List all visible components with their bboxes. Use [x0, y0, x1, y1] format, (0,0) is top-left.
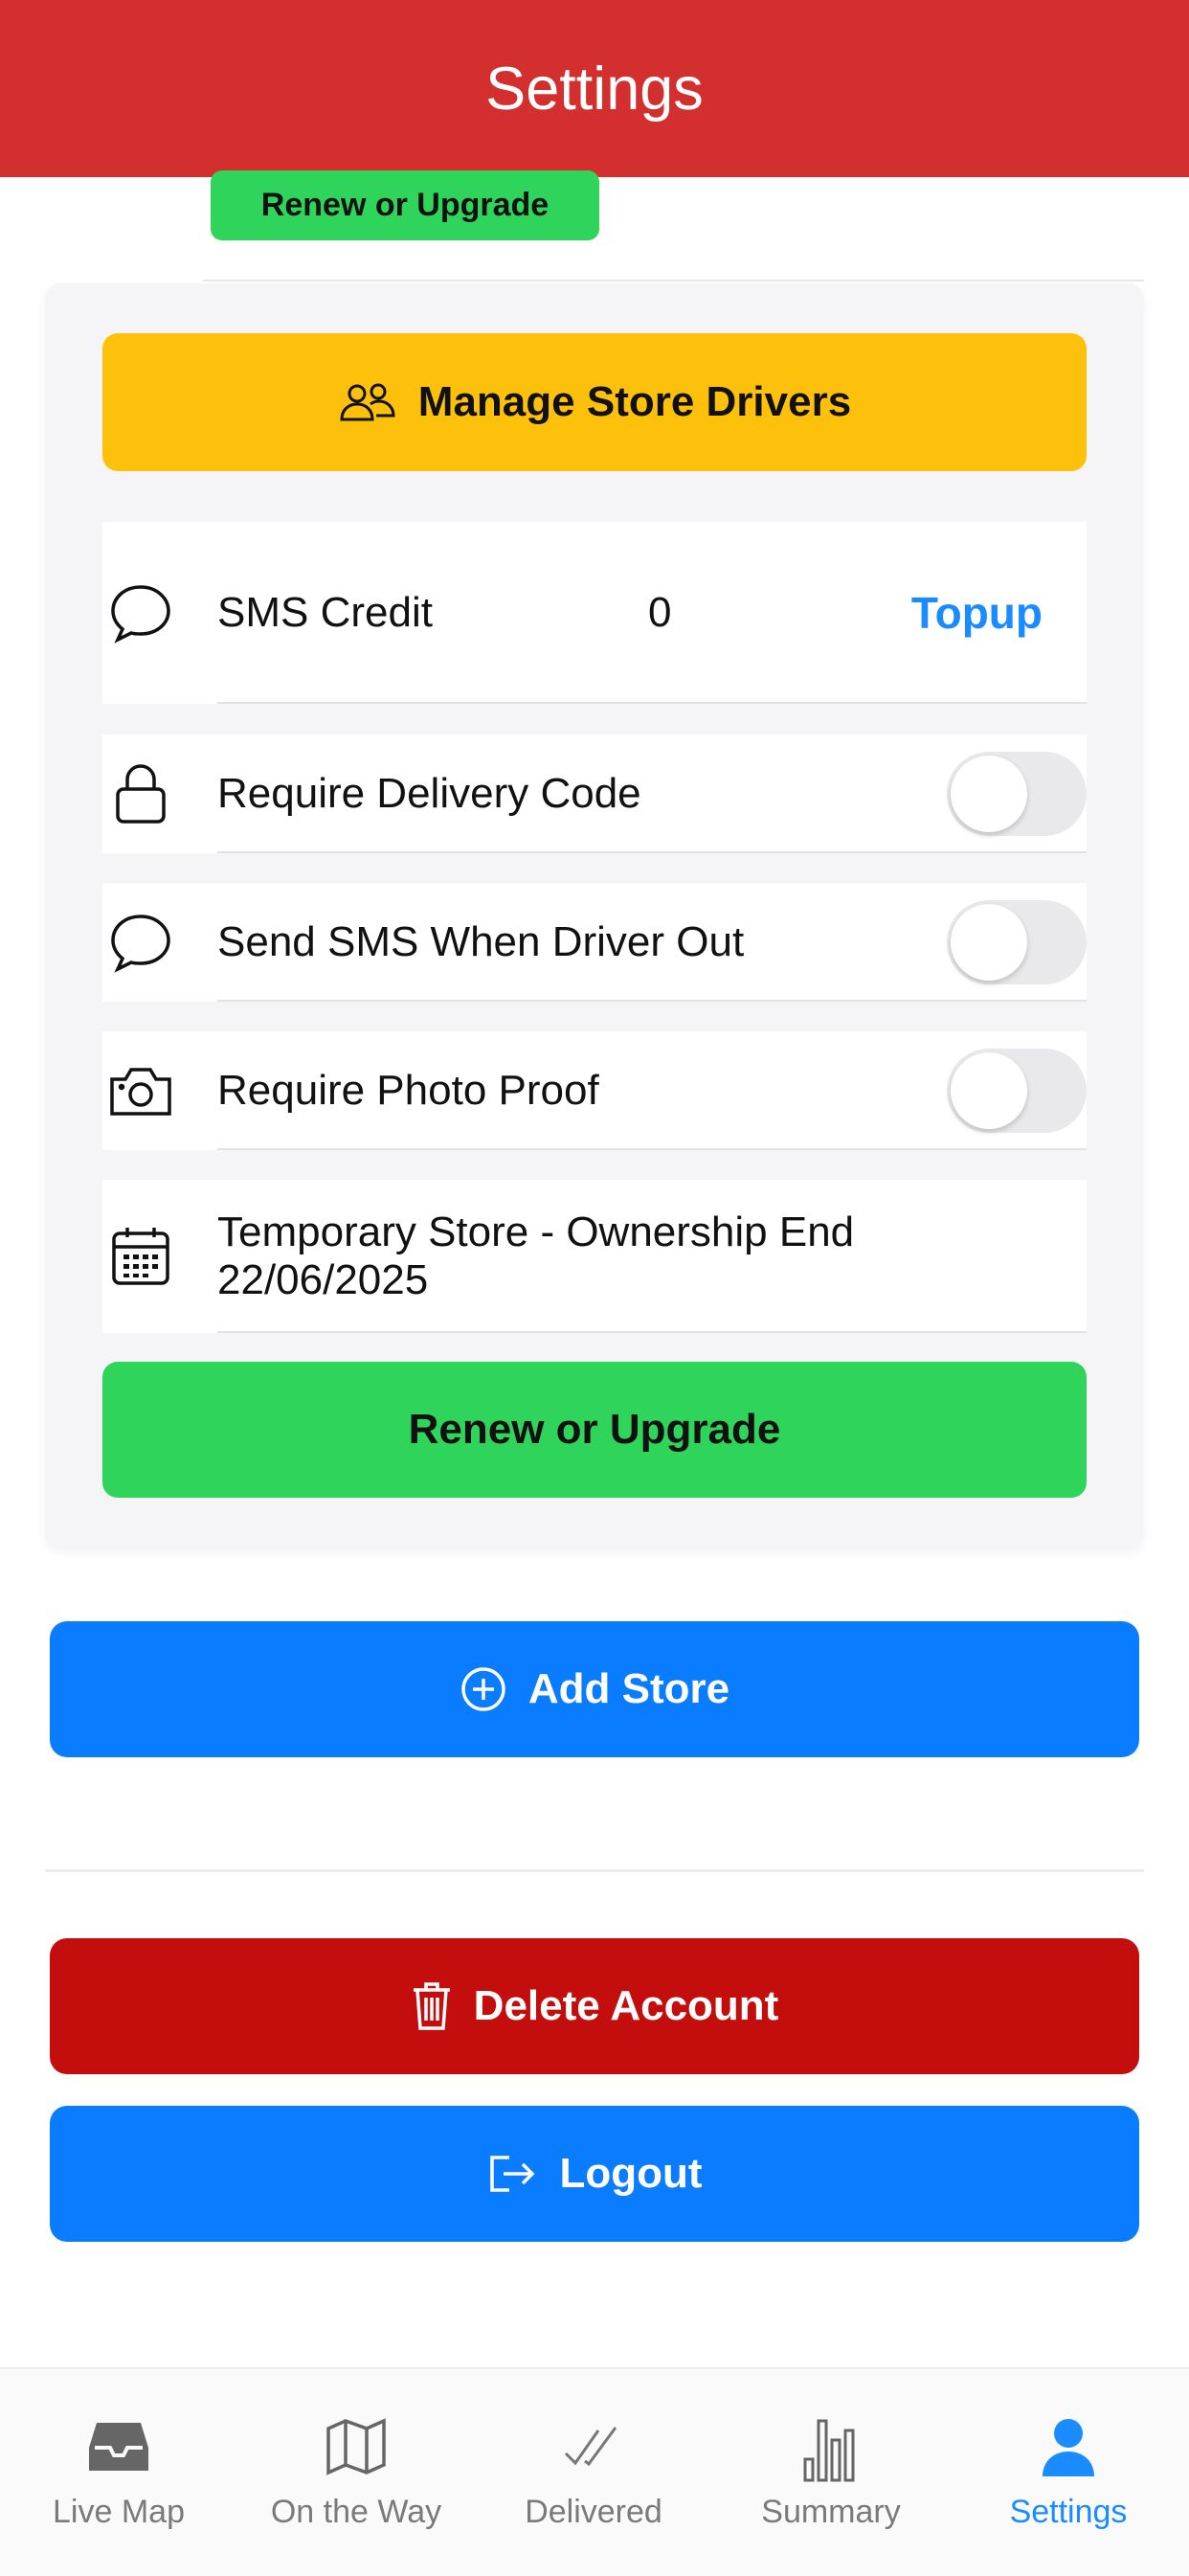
row-divider — [217, 1148, 1087, 1150]
person-icon — [950, 2417, 1187, 2484]
temporary-store-line1: Temporary Store - Ownership End — [217, 1209, 855, 1255]
require-delivery-code-row: Require Delivery Code — [102, 734, 1087, 853]
tab-label: Live Map — [53, 2494, 185, 2530]
double-check-icon — [475, 2417, 712, 2484]
logout-label: Logout — [559, 2150, 703, 2197]
chat-bubble-icon — [102, 582, 179, 644]
add-store-label: Add Store — [527, 1665, 730, 1712]
sms-credit-row: SMS Credit 0 Topup — [102, 522, 1087, 704]
send-sms-driver-out-label: Send SMS When Driver Out — [217, 918, 745, 965]
topup-link[interactable]: Topup — [911, 587, 1043, 639]
temporary-store-row: Temporary Store - Ownership End 22/06/20… — [102, 1180, 1087, 1333]
tab-label: Settings — [1009, 2494, 1128, 2530]
section-divider — [45, 1869, 1144, 1872]
sms-credit-value: 0 — [648, 589, 672, 636]
trash-icon — [413, 1982, 450, 2030]
chat-bubble-icon — [102, 912, 179, 973]
divider — [203, 280, 1144, 282]
inbox-tray-icon — [0, 2417, 237, 2484]
row-divider — [217, 851, 1087, 853]
require-delivery-code-label: Require Delivery Code — [217, 770, 641, 817]
manage-store-drivers-label: Manage Store Drivers — [417, 378, 852, 425]
temporary-store-text: Temporary Store - Ownership End 22/06/20… — [217, 1209, 854, 1304]
tab-delivered[interactable]: Delivered — [475, 2369, 712, 2576]
require-photo-proof-row: Require Photo Proof — [102, 1031, 1087, 1150]
tab-summary[interactable]: Summary — [712, 2369, 950, 2576]
delete-account-button[interactable]: Delete Account — [50, 1938, 1139, 2074]
temporary-store-date: 22/06/2025 — [217, 1256, 429, 1303]
calendar-icon — [102, 1226, 179, 1287]
tab-live-map[interactable]: Live Map — [0, 2369, 237, 2576]
renew-upgrade-button[interactable]: Renew or Upgrade — [102, 1362, 1087, 1498]
add-store-button[interactable]: Add Store — [50, 1621, 1139, 1757]
send-sms-driver-out-row: Send SMS When Driver Out — [102, 883, 1087, 1002]
row-divider — [217, 702, 1087, 704]
row-divider — [217, 1000, 1087, 1002]
sms-credit-label: SMS Credit — [217, 589, 433, 636]
map-icon — [237, 2417, 475, 2484]
tab-label: Delivered — [525, 2494, 662, 2530]
people-icon — [340, 383, 395, 421]
delete-account-label: Delete Account — [473, 1982, 779, 2029]
header-bar: Settings — [0, 0, 1189, 177]
tab-on-the-way[interactable]: On the Way — [237, 2369, 475, 2576]
manage-store-drivers-button[interactable]: Manage Store Drivers — [102, 333, 1087, 471]
logout-icon — [490, 2156, 535, 2192]
tab-settings[interactable]: Settings — [950, 2369, 1187, 2576]
bottom-tab-bar: Live Map On the Way Delivered Summary Se… — [0, 2367, 1189, 2576]
renew-upgrade-button-small[interactable]: Renew or Upgrade — [211, 170, 599, 240]
row-divider — [217, 1331, 1087, 1333]
logout-button[interactable]: Logout — [50, 2106, 1139, 2242]
bar-chart-icon — [712, 2417, 950, 2484]
require-photo-proof-label: Require Photo Proof — [217, 1067, 599, 1114]
lock-icon — [102, 763, 179, 825]
send-sms-driver-out-toggle[interactable] — [947, 900, 1087, 984]
tab-label: On the Way — [270, 2494, 442, 2530]
require-photo-proof-toggle[interactable] — [947, 1049, 1087, 1133]
require-delivery-code-toggle[interactable] — [947, 752, 1087, 836]
camera-icon — [102, 1060, 179, 1121]
page-title: Settings — [485, 55, 704, 123]
tab-label: Summary — [761, 2494, 901, 2530]
plus-circle-icon — [461, 1667, 505, 1711]
